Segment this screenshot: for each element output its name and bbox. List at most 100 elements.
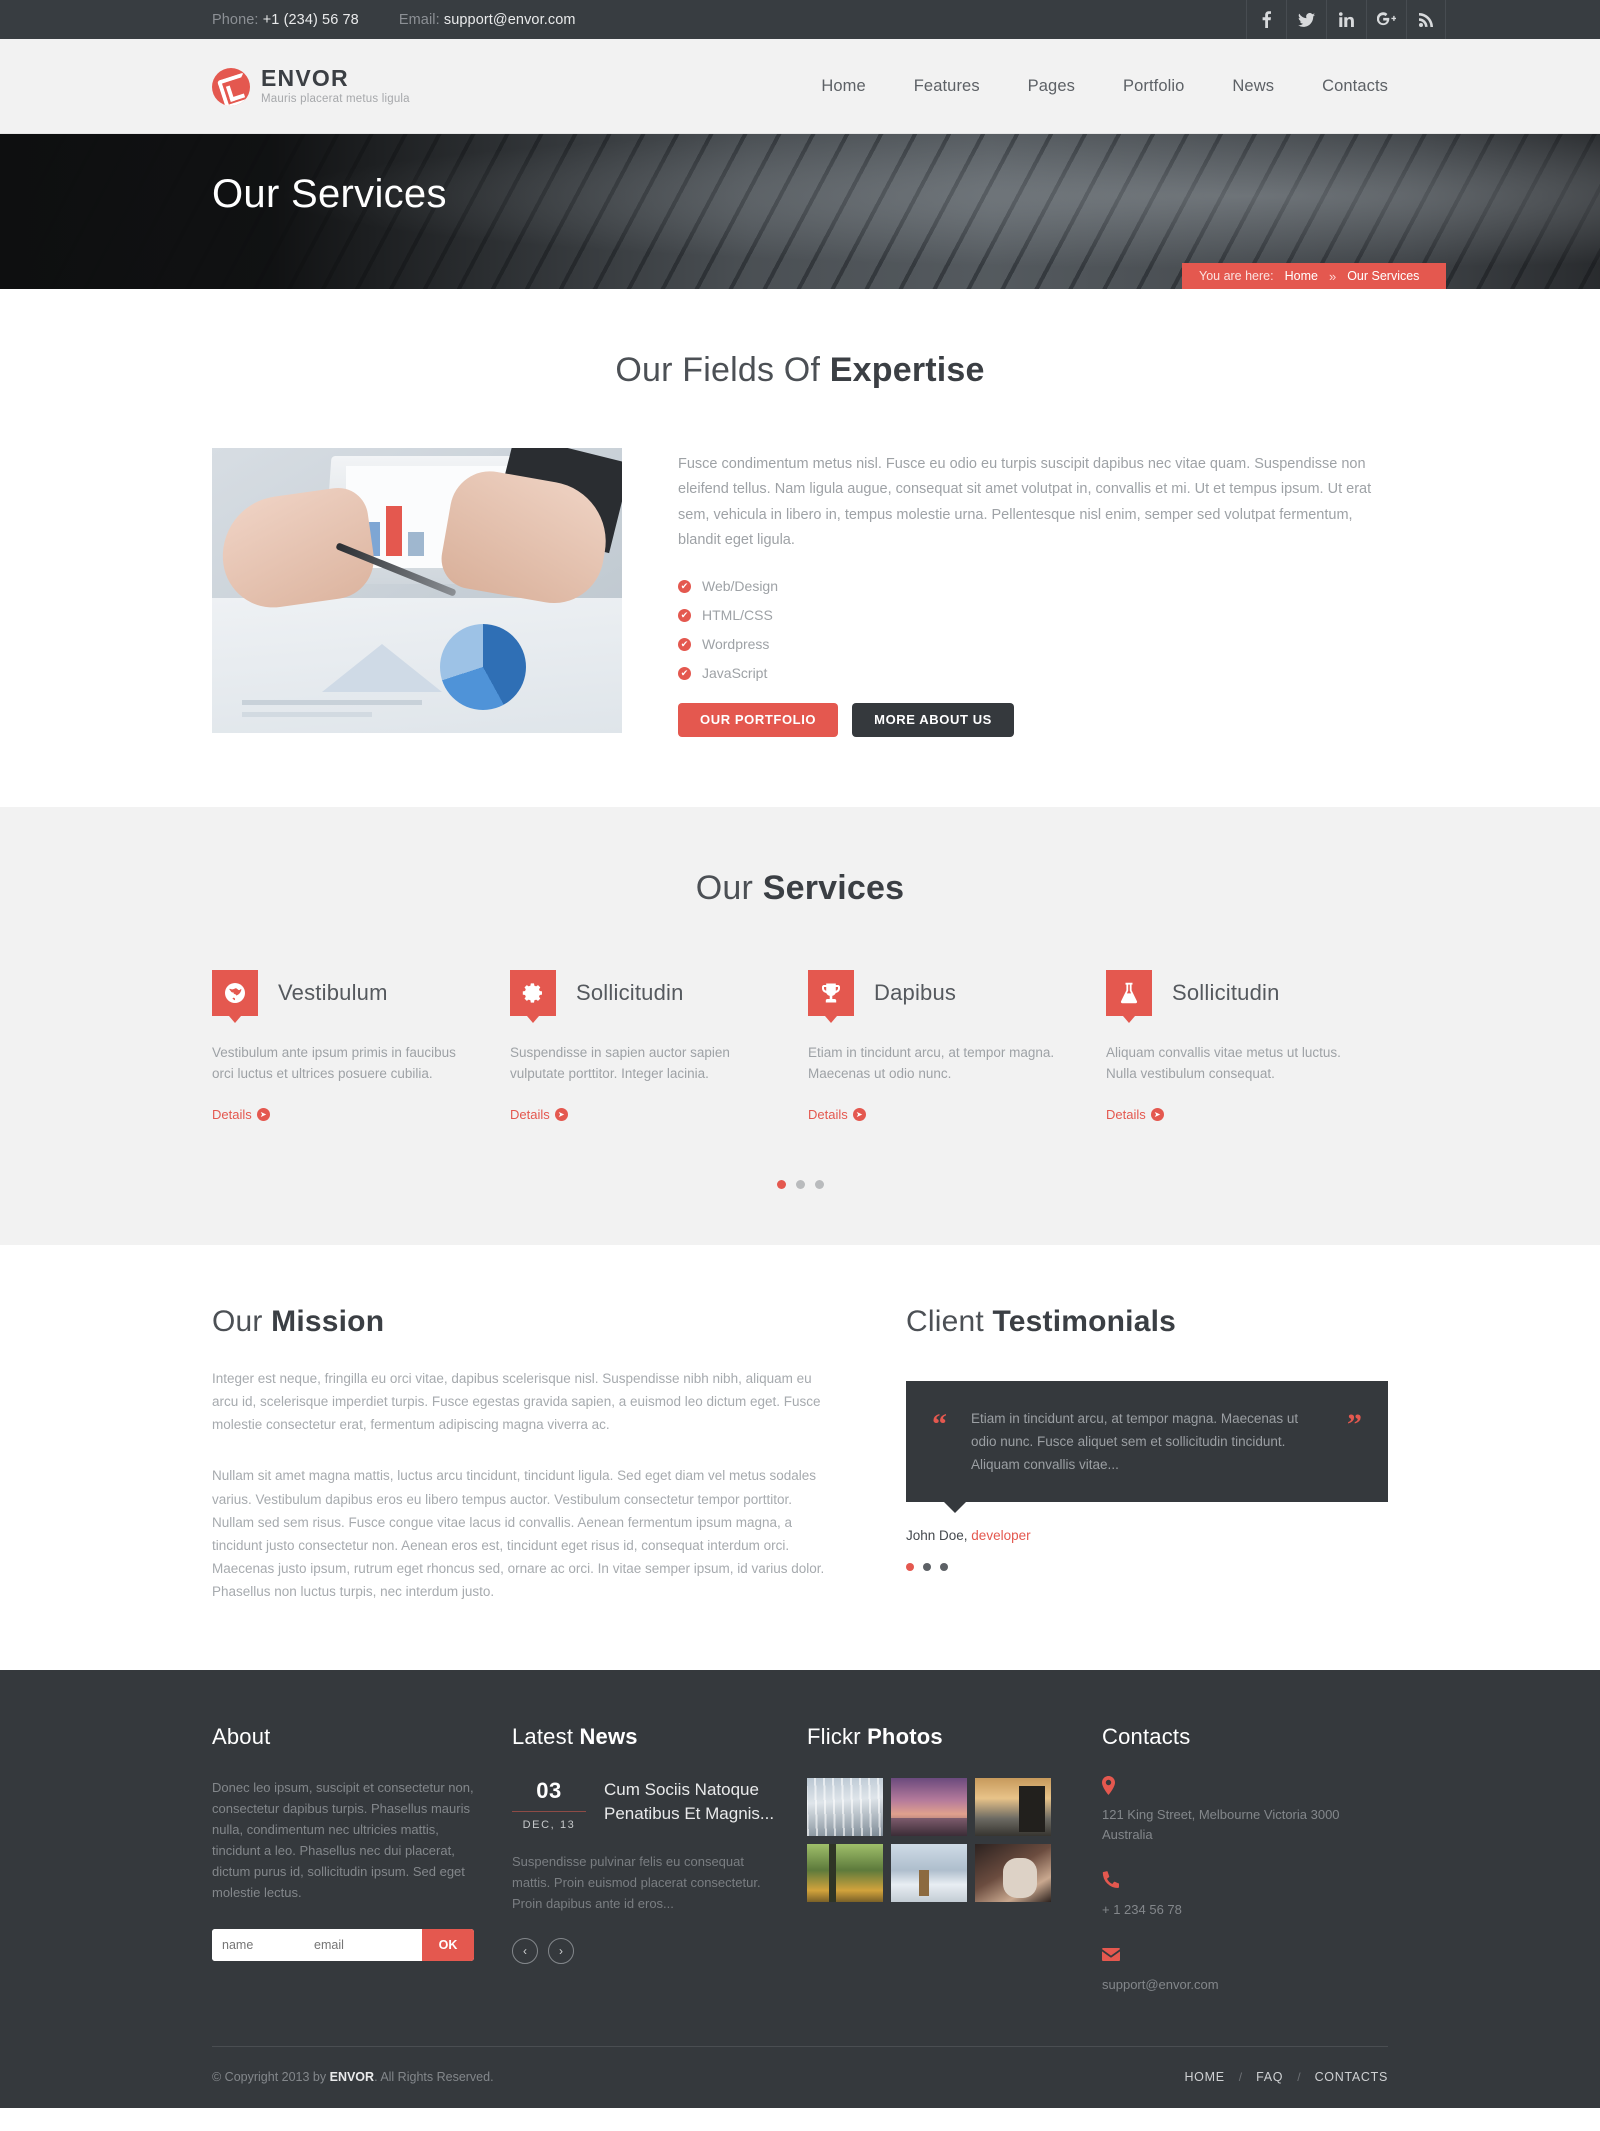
flickr-thumbnail[interactable] xyxy=(807,1777,883,1836)
mission-block: Our Mission Integer est neque, fringilla… xyxy=(212,1305,832,1604)
more-about-us-button[interactable]: MORE ABOUT US xyxy=(852,702,1014,737)
subscribe-email-input[interactable] xyxy=(304,1928,422,1961)
carousel-dot-2[interactable] xyxy=(795,1179,805,1189)
skill-label: HTML/CSS xyxy=(702,606,773,623)
nav-item-news[interactable]: News xyxy=(1232,77,1274,96)
google-plus-icon[interactable] xyxy=(1366,0,1406,39)
nav-item-pages[interactable]: Pages xyxy=(1028,77,1075,96)
footer-link-home[interactable]: HOME xyxy=(1184,2070,1224,2084)
subscribe-form: OK xyxy=(212,1928,474,1961)
page-title: Our Services xyxy=(212,172,447,216)
services-carousel-pager xyxy=(212,1179,1388,1189)
top-bar: Phone: +1 (234) 56 78 Email: support@env… xyxy=(0,0,1600,39)
flickr-thumbnail[interactable] xyxy=(975,1843,1051,1902)
service-card: Sollicitudin Suspendisse in sapien aucto… xyxy=(510,969,770,1124)
subscribe-ok-button[interactable]: OK xyxy=(422,1928,474,1961)
footer-link-faq[interactable]: FAQ xyxy=(1256,2070,1283,2084)
breadcrumb-home-link[interactable]: Home xyxy=(1285,269,1318,283)
testimonial-dot-1[interactable] xyxy=(906,1563,914,1572)
footer-news-title-light: Latest xyxy=(512,1723,580,1749)
service-text: Suspendisse in sapien auctor sapien vulp… xyxy=(510,1044,730,1082)
news-prev-button[interactable]: ‹ xyxy=(512,1937,538,1964)
expertise-image xyxy=(212,448,622,733)
service-card: Vestibulum Vestibulum ante ipsum primis … xyxy=(212,969,472,1124)
flickr-thumbnail[interactable] xyxy=(807,1843,883,1902)
email-value[interactable]: support@envor.com xyxy=(444,12,576,28)
logo[interactable]: ENVOR Mauris placerat metus ligula xyxy=(212,67,410,106)
skill-label: JavaScript xyxy=(702,664,768,681)
service-details-link[interactable]: Details ➤ xyxy=(510,1107,568,1122)
flickr-thumbnail[interactable] xyxy=(975,1777,1051,1836)
testimonial-dot-2[interactable] xyxy=(923,1563,931,1572)
page-hero: Our Services You are here: Home » Our Se… xyxy=(0,134,1600,289)
carousel-dot-1[interactable] xyxy=(776,1179,786,1189)
nav-item-features[interactable]: Features xyxy=(914,77,980,96)
site-footer: About Donec leo ipsum, suscipit et conse… xyxy=(0,1669,1600,2108)
check-icon: ✔ xyxy=(678,666,691,680)
phone-label: Phone: xyxy=(212,11,259,28)
nav-item-home[interactable]: Home xyxy=(821,77,865,96)
services-grid: Vestibulum Vestibulum ante ipsum primis … xyxy=(212,969,1388,1124)
service-name: Sollicitudin xyxy=(1172,979,1280,1005)
copyright-brand: ENVOR xyxy=(329,2070,375,2085)
flask-icon xyxy=(1106,969,1152,1023)
check-icon: ✔ xyxy=(678,608,691,622)
our-portfolio-button[interactable]: OUR PORTFOLIO xyxy=(678,702,839,737)
expertise-title-bold: Expertise xyxy=(829,351,985,389)
news-month: DEC, 13 xyxy=(522,1818,576,1831)
facebook-icon[interactable] xyxy=(1246,0,1286,39)
expertise-paragraph: Fusce condimentum metus nisl. Fusce eu o… xyxy=(678,456,1372,549)
subscribe-name-input[interactable] xyxy=(212,1928,304,1961)
testimonial-author-role: developer xyxy=(971,1528,1031,1544)
news-item[interactable]: 03 DEC, 13 Cum Sociis Natoque Penatibus … xyxy=(512,1778,775,1831)
services-title: Our Services xyxy=(212,869,1388,908)
flickr-thumbnail[interactable] xyxy=(891,1777,967,1836)
testimonials-title: Client Testimonials xyxy=(906,1305,1388,1339)
arrow-right-icon: ➤ xyxy=(1150,1107,1164,1121)
twitter-icon[interactable] xyxy=(1286,0,1326,39)
mission-title-bold: Mission xyxy=(271,1304,385,1338)
gear-icon xyxy=(510,969,556,1023)
map-pin-icon xyxy=(1102,1775,1388,1796)
carousel-dot-3[interactable] xyxy=(814,1179,824,1189)
quote-close-icon: ” xyxy=(1347,1407,1362,1441)
footer-link-contacts[interactable]: CONTACTS xyxy=(1315,2070,1388,2084)
service-text: Vestibulum ante ipsum primis in faucibus… xyxy=(212,1044,456,1082)
nav-item-portfolio[interactable]: Portfolio xyxy=(1123,77,1184,96)
footer-news-title-bold: News xyxy=(579,1723,638,1749)
footer-contacts-column: Contacts 121 King Street, Melbourne Vict… xyxy=(1102,1724,1388,1996)
flickr-thumbnail[interactable] xyxy=(891,1843,967,1902)
logo-name: ENVOR xyxy=(261,65,349,92)
rss-icon[interactable] xyxy=(1406,0,1446,39)
breadcrumb-current: Our Services xyxy=(1347,269,1420,283)
testimonials-carousel-pager xyxy=(906,1563,1388,1572)
testimonial-text: Etiam in tincidunt arcu, at tempor magna… xyxy=(971,1410,1299,1473)
footer-news-title: Latest News xyxy=(512,1724,775,1750)
copyright-text: © Copyright 2013 by ENVOR. All Rights Re… xyxy=(212,2070,494,2084)
service-details-link[interactable]: Details ➤ xyxy=(808,1107,866,1122)
news-excerpt: Suspendisse pulvinar felis eu consequat … xyxy=(512,1853,761,1911)
news-next-button[interactable]: › xyxy=(548,1937,574,1964)
footer-about-column: About Donec leo ipsum, suscipit et conse… xyxy=(212,1724,512,1996)
breadcrumb: You are here: Home » Our Services xyxy=(1182,263,1446,289)
nav-item-contacts[interactable]: Contacts xyxy=(1322,77,1388,96)
news-headline[interactable]: Cum Sociis Natoque Penatibus Et Magnis..… xyxy=(604,1778,775,1831)
contact-address: 121 King Street, Melbourne Victoria 3000… xyxy=(1102,1775,1388,1846)
envelope-icon xyxy=(1102,1946,1388,1966)
expertise-title: Our Fields Of Expertise xyxy=(212,351,1388,390)
contact-email-text[interactable]: support@envor.com xyxy=(1102,1975,1388,1995)
service-text: Etiam in tincidunt arcu, at tempor magna… xyxy=(808,1044,1055,1082)
skill-label: Wordpress xyxy=(702,635,770,652)
copyright-prefix: © Copyright 2013 by xyxy=(212,2070,330,2085)
skill-item: ✔ Web/Design xyxy=(678,578,1388,594)
service-details-link[interactable]: Details ➤ xyxy=(212,1107,270,1122)
site-header: ENVOR Mauris placerat metus ligula Home … xyxy=(0,39,1600,134)
service-card: Dapibus Etiam in tincidunt arcu, at temp… xyxy=(808,969,1068,1124)
linkedin-icon[interactable] xyxy=(1326,0,1366,39)
news-day: 03 xyxy=(536,1777,562,1803)
expertise-title-light: Our Fields Of xyxy=(615,351,830,389)
globe-icon xyxy=(212,969,258,1023)
skill-item: ✔ Wordpress xyxy=(678,636,1388,652)
testimonial-dot-3[interactable] xyxy=(940,1563,948,1572)
service-details-link[interactable]: Details ➤ xyxy=(1106,1107,1164,1122)
